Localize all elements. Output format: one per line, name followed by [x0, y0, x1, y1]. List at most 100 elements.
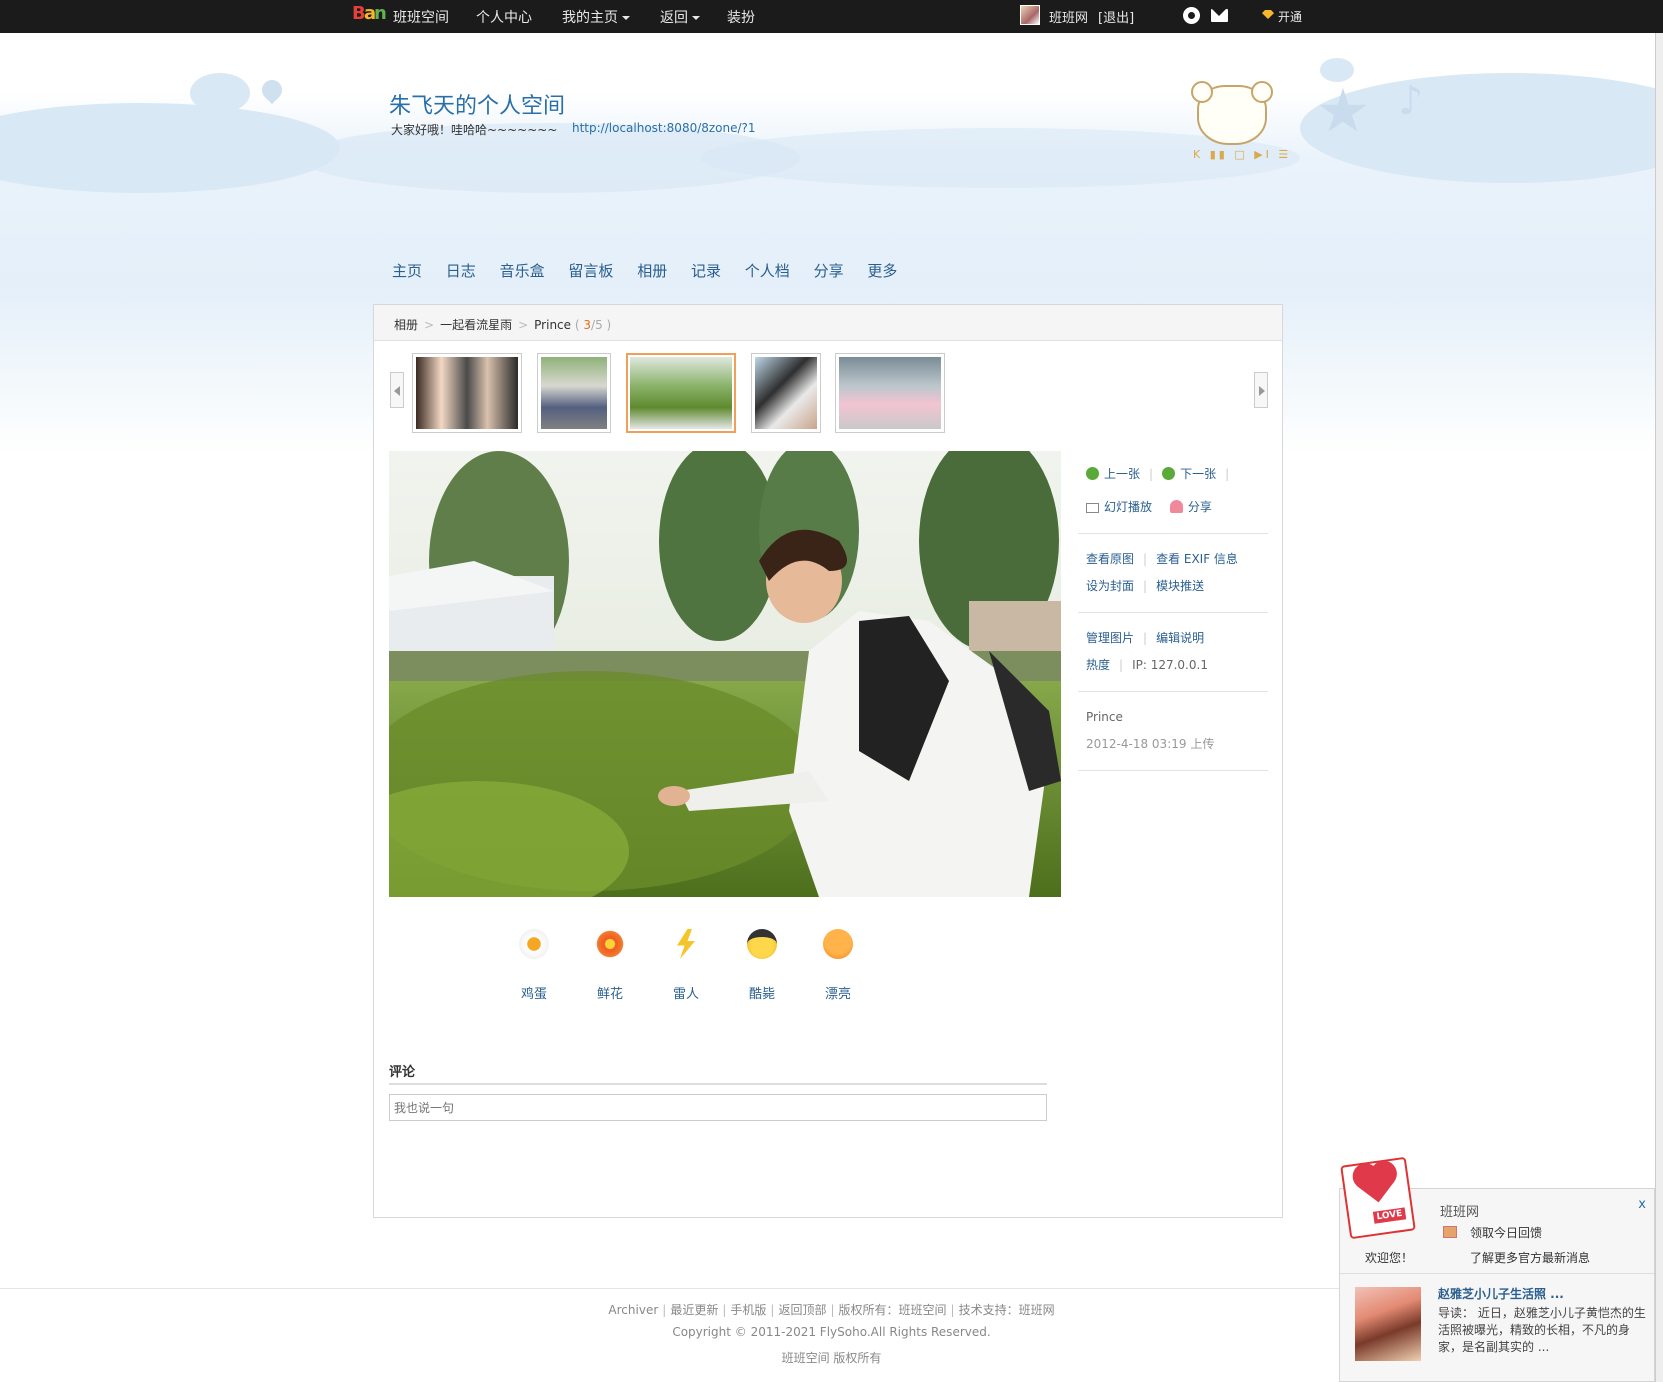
heart-icon: [1169, 500, 1183, 513]
close-button[interactable]: x: [1638, 1197, 1646, 1212]
next-photo-label: 下一张: [1180, 467, 1217, 481]
footer-copyright-link[interactable]: 版权所有：班班空间: [839, 1303, 947, 1317]
gift-icon: [1443, 1226, 1457, 1238]
separator: |: [1143, 631, 1148, 645]
monitor-icon: [1086, 503, 1099, 513]
news-title-link[interactable]: 赵雅芝小儿子生活照 ...: [1438, 1285, 1564, 1302]
breadcrumb-separator: >: [518, 318, 529, 332]
album-content: 相册 > 一起看流星雨 > Prince ( 3/5 ) 上一张 | 下一张 |…: [373, 304, 1283, 1218]
module-push-link[interactable]: 模块推送: [1156, 579, 1204, 593]
space-nav: 主页 日志 音乐盒 留言板 相册 记录 个人档 分享 更多: [392, 260, 916, 281]
thumbnail-5[interactable]: [835, 353, 945, 433]
page-scrollbar[interactable]: [1655, 33, 1663, 1382]
view-original-link[interactable]: 查看原图: [1086, 552, 1134, 566]
nav-album[interactable]: 相册: [637, 262, 667, 280]
thumbnail-prev-button[interactable]: [390, 372, 404, 408]
mail-icon[interactable]: [1211, 9, 1228, 22]
nav-music-box[interactable]: 音乐盒: [500, 262, 545, 280]
footer-recent-link[interactable]: 最近更新: [670, 1303, 718, 1317]
my-home-menu[interactable]: 我的主页: [562, 7, 630, 27]
upload-time: 2012-4-18 03:19 上传: [1086, 737, 1215, 751]
thumbnail-3[interactable]: [626, 353, 736, 433]
photo-actions-sidebar: 上一张 | 下一张 | 幻灯播放 分享 查看原图 | 查看 EXIF 信息 设为封面 | 模块…: [1078, 451, 1268, 771]
edit-description-link[interactable]: 编辑说明: [1156, 631, 1204, 645]
news-body: 导读： 近日，赵雅芝小儿子黄恺杰的生活照被曝光，精致的长相，不凡的身家，是名副其…: [1438, 1306, 1646, 1354]
open-vip-link[interactable]: 开通: [1278, 8, 1302, 25]
breadcrumb: 相册 > 一起看流星雨 > Prince ( 3/5 ): [374, 305, 1282, 341]
next-photo-link[interactable]: 下一张: [1162, 467, 1216, 481]
love-card-icon: LOVE: [1340, 1156, 1416, 1240]
space-url-link[interactable]: http://localhost:8080/8zone/?1: [572, 121, 756, 135]
breadcrumb-album-root[interactable]: 相册: [394, 318, 418, 332]
footer-mobile-link[interactable]: 手机版: [730, 1303, 766, 1317]
photo-total: 5: [595, 318, 603, 332]
nav-home[interactable]: 主页: [392, 262, 422, 280]
personal-center-link[interactable]: 个人中心: [476, 7, 532, 27]
nav-more[interactable]: 更多: [867, 262, 897, 280]
thumbnail-1[interactable]: [412, 353, 522, 433]
photo-counter: ( 3/5 ): [574, 318, 612, 332]
main-photo[interactable]: [389, 451, 1061, 897]
user-avatar[interactable]: [1020, 5, 1040, 25]
reaction-label: 漂亮: [824, 987, 851, 1002]
footer-archiver-link[interactable]: Archiver: [608, 1303, 658, 1317]
view-actions-group: 查看原图 | 查看 EXIF 信息 设为封面 | 模块推送: [1078, 534, 1268, 613]
space-title[interactable]: 朱飞天的个人空间: [389, 88, 565, 120]
music-player-controls[interactable]: K ▮▮ □ ▶I ☰: [1193, 148, 1291, 161]
user-site-link[interactable]: 班班网: [1049, 7, 1088, 26]
comment-input[interactable]: [389, 1094, 1047, 1121]
site-name-link[interactable]: 班班空间: [393, 7, 449, 27]
separator: |: [1143, 579, 1148, 593]
thumbnail-next-button[interactable]: [1254, 372, 1268, 408]
nav-share[interactable]: 分享: [814, 262, 844, 280]
heart-eyes-face-icon: [823, 929, 853, 959]
chevron-down-icon: [622, 16, 630, 20]
daily-reward-link[interactable]: 领取今日回馈: [1470, 1224, 1542, 1241]
ip-address: IP: 127.0.0.1: [1132, 658, 1208, 672]
slideshow-label: 幻灯播放: [1104, 500, 1153, 514]
nav-guestbook[interactable]: 留言板: [568, 262, 613, 280]
cool-face-icon: [747, 929, 777, 959]
back-menu[interactable]: 返回: [660, 7, 700, 27]
view-exif-link[interactable]: 查看 EXIF 信息: [1156, 552, 1238, 566]
reaction-cool[interactable]: 酷毙: [732, 929, 792, 1002]
logout-link[interactable]: [退出]: [1098, 7, 1134, 26]
music-note-icon: ♪: [1398, 78, 1424, 124]
thumbnail-4[interactable]: [751, 353, 821, 433]
slideshow-link[interactable]: 幻灯播放: [1086, 500, 1152, 514]
prev-photo-link[interactable]: 上一张: [1086, 467, 1140, 481]
manage-photo-link[interactable]: 管理图片: [1086, 631, 1134, 645]
separator: |: [1119, 658, 1124, 672]
footer-support-link[interactable]: 技术支持：班班网: [959, 1303, 1055, 1317]
arrow-left-icon: [1086, 467, 1099, 480]
cloud-decoration: [1320, 58, 1354, 82]
egg-icon: [519, 929, 549, 959]
nav-records[interactable]: 记录: [691, 262, 721, 280]
heat-link[interactable]: 热度: [1086, 658, 1110, 672]
footer-top-link[interactable]: 返回顶部: [778, 1303, 826, 1317]
set-cover-link[interactable]: 设为封面: [1086, 579, 1134, 593]
gear-icon[interactable]: [1183, 7, 1200, 24]
nav-profile[interactable]: 个人档: [745, 262, 790, 280]
cloud-decoration: [0, 103, 340, 193]
site-logo-icon[interactable]: Ban: [352, 3, 387, 27]
breadcrumb-album[interactable]: 一起看流星雨: [440, 318, 512, 332]
news-thumbnail[interactable]: [1355, 1287, 1421, 1361]
reaction-pretty[interactable]: 漂亮: [808, 929, 868, 1002]
reaction-egg[interactable]: 鸡蛋: [504, 929, 564, 1002]
flower-icon: [595, 929, 625, 959]
nav-blog[interactable]: 日志: [446, 262, 476, 280]
reaction-label: 鲜花: [596, 987, 623, 1002]
official-news-link[interactable]: 了解更多官方最新消息: [1470, 1249, 1590, 1266]
reaction-thunder[interactable]: 雷人: [656, 929, 716, 1002]
diamond-icon: [1262, 10, 1274, 19]
share-link[interactable]: 分享: [1169, 500, 1212, 514]
reaction-flower[interactable]: 鲜花: [580, 929, 640, 1002]
breadcrumb-separator: >: [424, 318, 435, 332]
divider: [1340, 1273, 1654, 1274]
space-description: 大家好哦！哇哈哈~~~~~~~: [391, 123, 558, 137]
thumbnail-2[interactable]: [537, 353, 611, 433]
top-bar: Ban 班班空间 个人中心 我的主页 返回 装扮 班班网 [退出] 开通: [0, 0, 1663, 33]
manage-actions-group: 管理图片 | 编辑说明 热度 | IP: 127.0.0.1: [1078, 613, 1268, 692]
decorate-link[interactable]: 装扮: [727, 7, 755, 27]
